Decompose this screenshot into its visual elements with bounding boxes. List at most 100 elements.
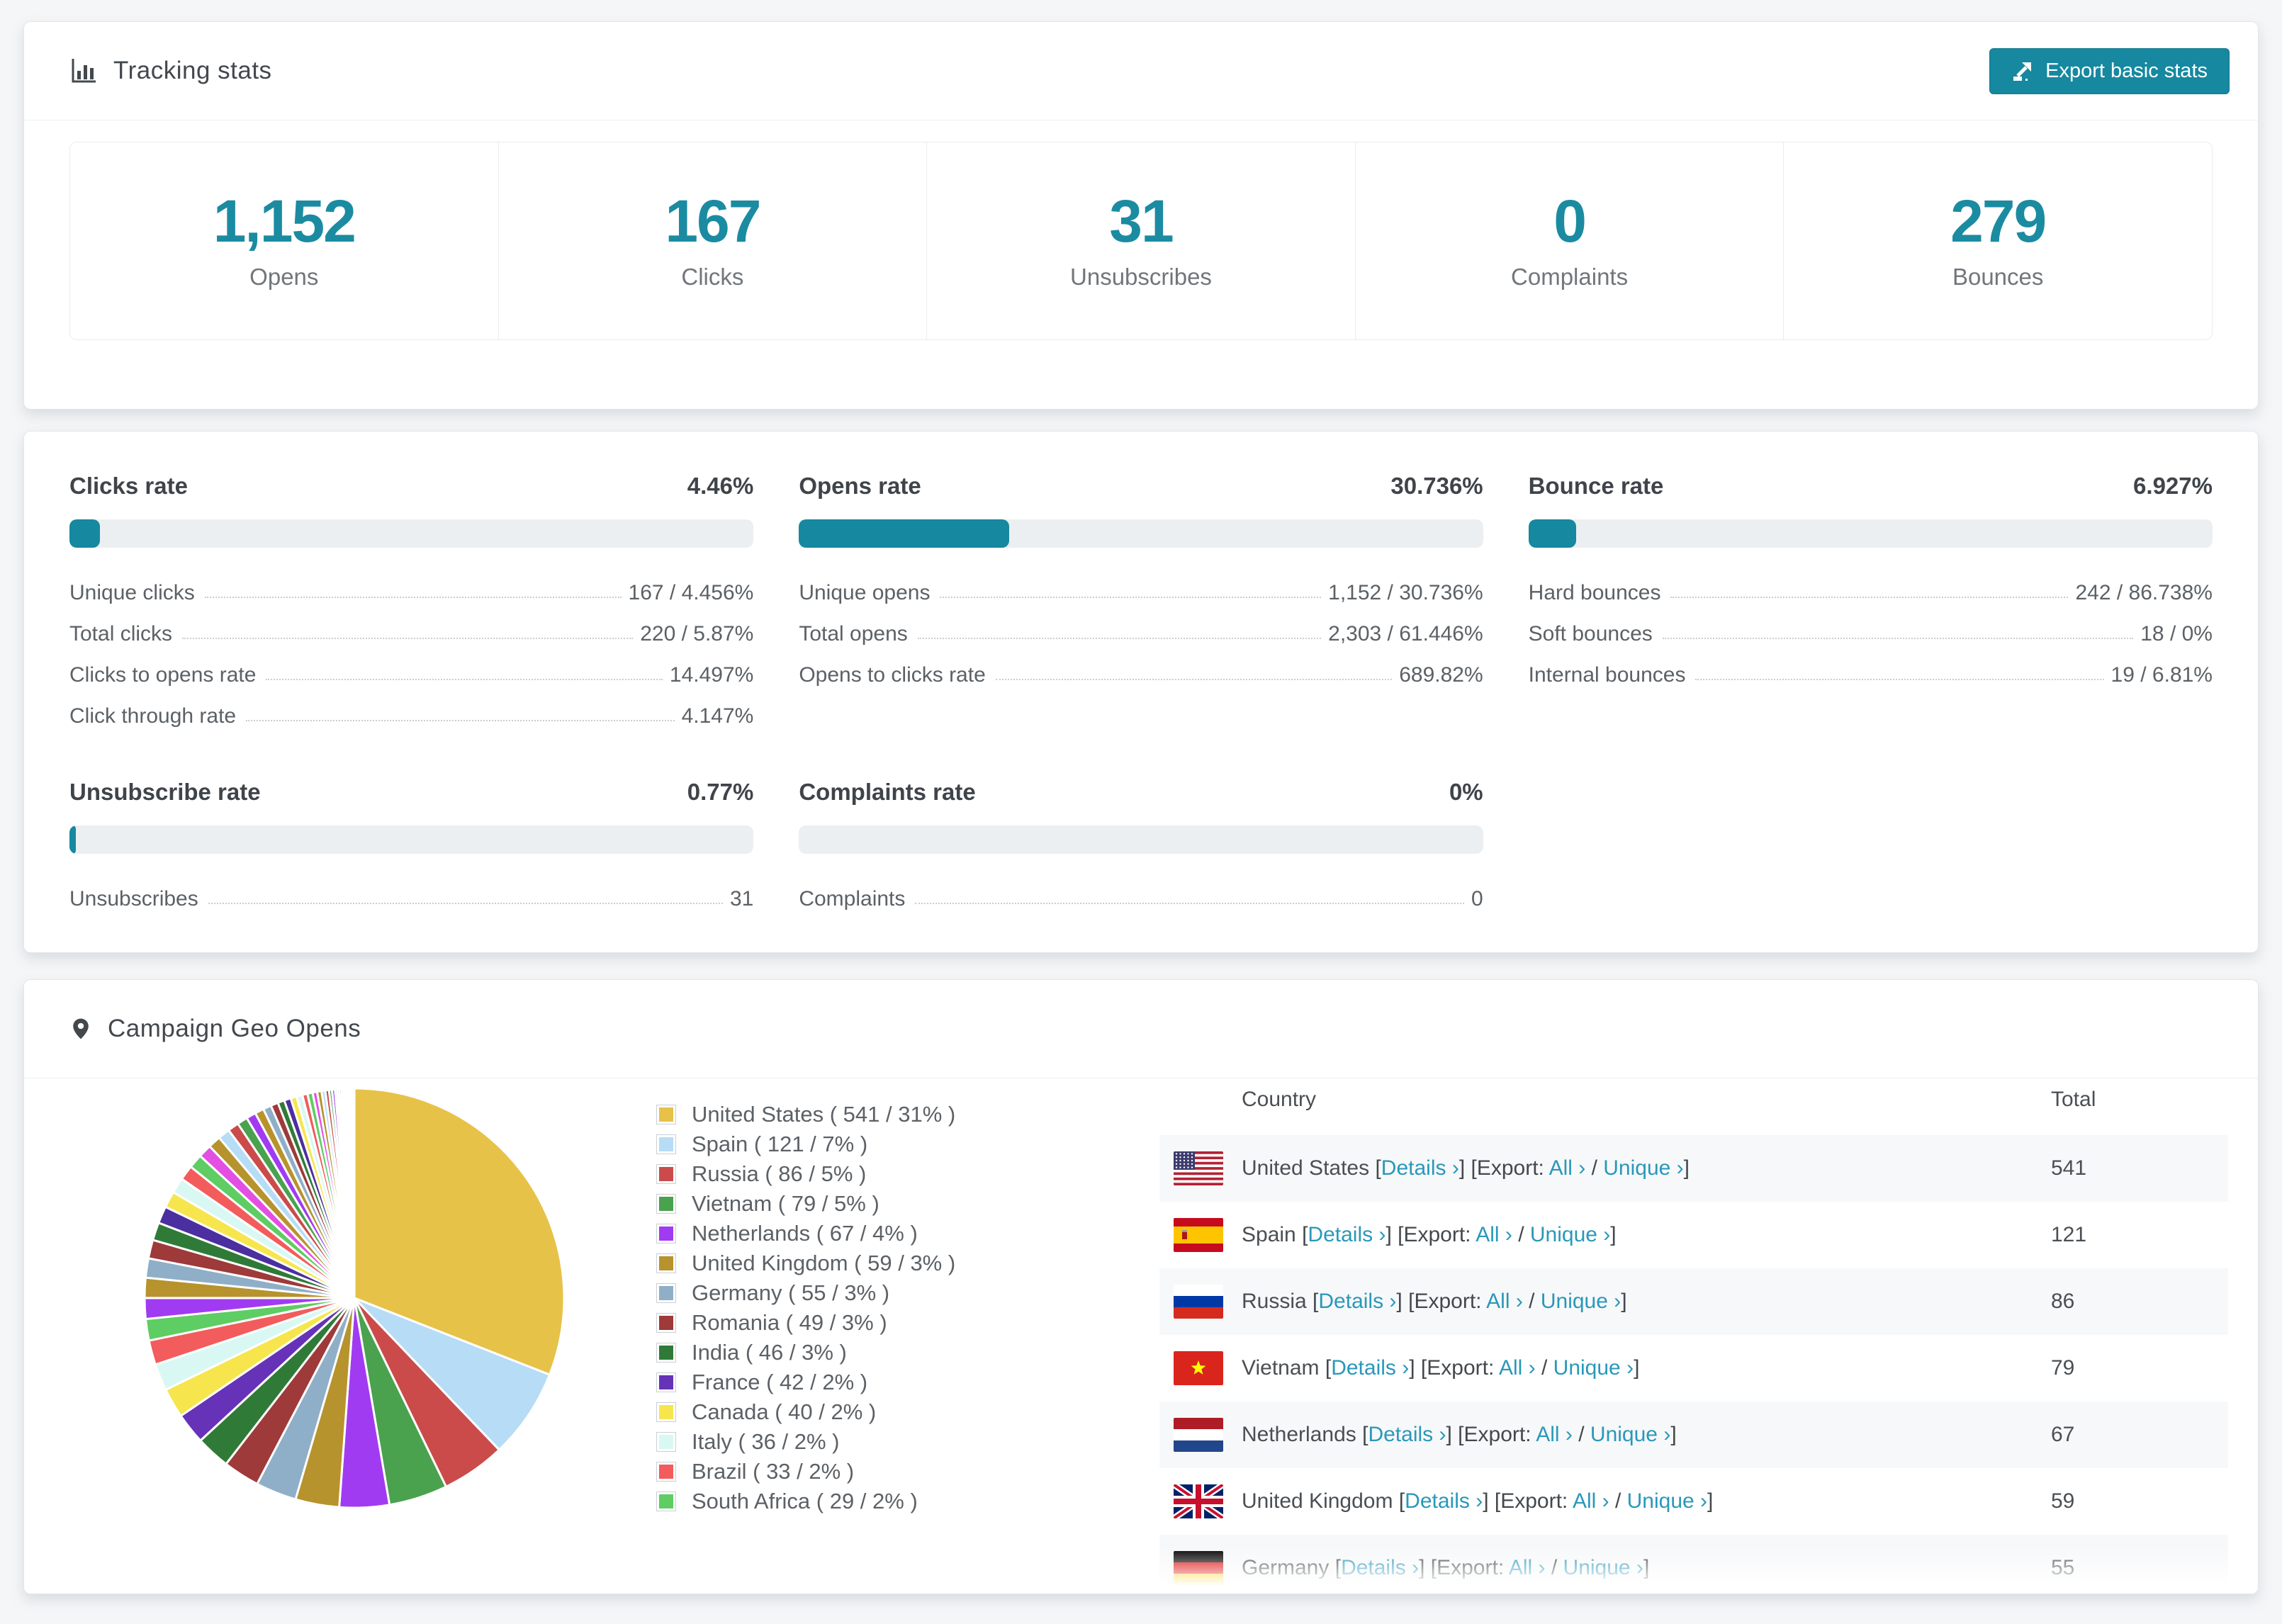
- country-name: Netherlands: [1242, 1423, 1356, 1446]
- export-unique-link[interactable]: Unique ›: [1553, 1356, 1634, 1380]
- bar-chart-icon: [72, 59, 96, 83]
- legend-item[interactable]: Germany ( 55 / 3% ): [656, 1278, 955, 1308]
- progress-bar: [799, 825, 1483, 854]
- dotted-leader: [915, 903, 1464, 904]
- export-unique-link[interactable]: Unique ›: [1563, 1556, 1643, 1579]
- legend-item[interactable]: Spain ( 121 / 7% ): [656, 1129, 955, 1159]
- country-cell: United States [Details ›] [Export: All ›…: [1242, 1156, 2051, 1180]
- legend-swatch: [656, 1164, 676, 1184]
- legend-swatch: [656, 1402, 676, 1422]
- details-link[interactable]: Details ›: [1308, 1223, 1386, 1246]
- rate-detail-label: Total opens: [799, 622, 908, 645]
- legend-item[interactable]: France ( 42 / 2% ): [656, 1368, 955, 1397]
- country-name: United States: [1242, 1156, 1370, 1180]
- legend-item[interactable]: Netherlands ( 67 / 4% ): [656, 1219, 955, 1248]
- rate-detail-label: Hard bounces: [1528, 581, 1661, 604]
- geo-pie-chart[interactable]: [142, 1086, 567, 1511]
- progress-bar-fill: [1528, 519, 1576, 548]
- tracking-stats-header: Tracking stats Export basic stats: [24, 22, 2258, 120]
- legend-item[interactable]: United Kingdom ( 59 / 3% ): [656, 1248, 955, 1278]
- details-link[interactable]: Details ›: [1381, 1156, 1459, 1180]
- progress-bar: [69, 519, 754, 548]
- rate-panel-rows: Hard bounces 242 / 86.738% Soft bounces 18 …: [1529, 563, 2213, 687]
- us-flag-icon: [1174, 1151, 1223, 1185]
- export-prefix: [Export:: [1494, 1489, 1568, 1513]
- legend-label: United States ( 541 / 31% ): [692, 1102, 956, 1127]
- geo-title: Campaign Geo Opens: [108, 1015, 361, 1042]
- export-all-link[interactable]: All ›: [1549, 1156, 1586, 1180]
- export-unique-link[interactable]: Unique ›: [1541, 1290, 1621, 1313]
- dotted-leader: [1662, 638, 2134, 639]
- legend-item[interactable]: Romania ( 49 / 3% ): [656, 1308, 955, 1338]
- details-link[interactable]: Details ›: [1331, 1356, 1409, 1380]
- dotted-leader: [182, 638, 634, 639]
- export-all-link[interactable]: All ›: [1509, 1556, 1546, 1579]
- rate-panel-value: 4.46%: [687, 473, 754, 499]
- export-unique-link[interactable]: Unique ›: [1530, 1223, 1610, 1246]
- rate-detail-label: Internal bounces: [1528, 663, 1686, 687]
- legend-item[interactable]: Canada ( 40 / 2% ): [656, 1397, 955, 1427]
- dotted-leader: [917, 638, 1322, 639]
- legend-item[interactable]: Italy ( 36 / 2% ): [656, 1427, 955, 1457]
- total-cell: 79: [2051, 1356, 2075, 1380]
- rate-panel-clicks-rate: Clicks rate 4.46% Unique clicks 167 / 4.456…: [69, 473, 754, 728]
- legend-label: South Africa ( 29 / 2% ): [692, 1489, 918, 1513]
- details-link[interactable]: Details ›: [1341, 1556, 1419, 1579]
- rate-detail-value: 689.82%: [1399, 663, 1483, 687]
- export-prefix: [Export:: [1420, 1356, 1495, 1380]
- bracket: ]: [1396, 1290, 1403, 1313]
- legend-item[interactable]: Vietnam ( 79 / 5% ): [656, 1189, 955, 1219]
- progress-bar-fill: [799, 519, 1010, 548]
- details-link[interactable]: Details ›: [1368, 1423, 1446, 1446]
- legend-item[interactable]: United States ( 541 / 31% ): [656, 1100, 955, 1129]
- dotted-leader: [1695, 679, 2104, 680]
- total-cell: 55: [2051, 1556, 2075, 1579]
- export-unique-link[interactable]: Unique ›: [1603, 1156, 1683, 1180]
- geo-table-row-vn: Vietnam [Details ›] [Export: All › / Uni…: [1159, 1335, 2228, 1402]
- rate-panel-title: Bounce rate: [1528, 473, 1664, 499]
- country-cell: Vietnam [Details ›] [Export: All › / Uni…: [1242, 1356, 2051, 1380]
- rate-detail-row: Internal bounces 19 / 6.81%: [1529, 645, 2213, 687]
- column-header-country: Country: [1242, 1088, 1317, 1111]
- export-unique-link[interactable]: Unique ›: [1590, 1423, 1670, 1446]
- legend-item[interactable]: India ( 46 / 3% ): [656, 1338, 955, 1368]
- legend-item[interactable]: South Africa ( 29 / 2% ): [656, 1487, 955, 1516]
- legend-label: Canada ( 40 / 2% ): [692, 1399, 877, 1424]
- total-cell: 121: [2051, 1223, 2087, 1246]
- legend-label: Netherlands ( 67 / 4% ): [692, 1221, 918, 1246]
- rate-detail-label: Unsubscribes: [69, 887, 198, 910]
- export-basic-stats-button[interactable]: Export basic stats: [1989, 47, 2230, 94]
- rate-detail-row: Total clicks 220 / 5.87%: [69, 604, 753, 645]
- legend-item[interactable]: Brazil ( 33 / 2% ): [656, 1457, 955, 1487]
- export-prefix: [Export:: [1408, 1290, 1482, 1313]
- rate-panel-opens-rate: Opens rate 30.736% Unique opens 1,152 / 30.…: [799, 473, 1483, 728]
- rate-detail-row: Unique clicks 167 / 4.456%: [69, 563, 753, 604]
- details-link[interactable]: Details ›: [1405, 1489, 1483, 1513]
- export-all-link[interactable]: All ›: [1499, 1356, 1536, 1380]
- export-all-link[interactable]: All ›: [1536, 1423, 1573, 1446]
- total-cell: 541: [2051, 1156, 2087, 1180]
- progress-bar: [1528, 519, 2213, 548]
- export-all-link[interactable]: All ›: [1573, 1489, 1609, 1513]
- stat-label: Complaints: [1511, 264, 1629, 290]
- progress-bar: [69, 825, 754, 854]
- export-all-link[interactable]: All ›: [1476, 1223, 1512, 1246]
- legend-swatch: [656, 1462, 676, 1482]
- details-link[interactable]: Details ›: [1318, 1290, 1396, 1313]
- rate-panel-title: Opens rate: [799, 473, 921, 499]
- export-all-link[interactable]: All ›: [1486, 1290, 1523, 1313]
- rate-panel-head: Complaints rate 0%: [799, 779, 1483, 806]
- rate-panel-rows: Unsubscribes 31: [69, 869, 753, 910]
- rate-detail-label: Unique opens: [799, 581, 931, 604]
- dotted-leader: [995, 679, 1393, 680]
- dotted-leader: [204, 597, 622, 598]
- country-cell: United Kingdom [Details ›] [Export: All …: [1242, 1489, 2051, 1513]
- legend-label: Vietnam ( 79 / 5% ): [692, 1191, 879, 1216]
- export-unique-link[interactable]: Unique ›: [1627, 1489, 1707, 1513]
- es-flag-icon: [1174, 1218, 1223, 1252]
- stat-value: 31: [1109, 188, 1174, 254]
- rate-panel-title: Unsubscribe rate: [69, 779, 261, 805]
- ru-flag-icon: [1174, 1285, 1223, 1319]
- geo-table: Country Total United States [Details ›] …: [1159, 1064, 2228, 1594]
- legend-item[interactable]: Russia ( 86 / 5% ): [656, 1159, 955, 1189]
